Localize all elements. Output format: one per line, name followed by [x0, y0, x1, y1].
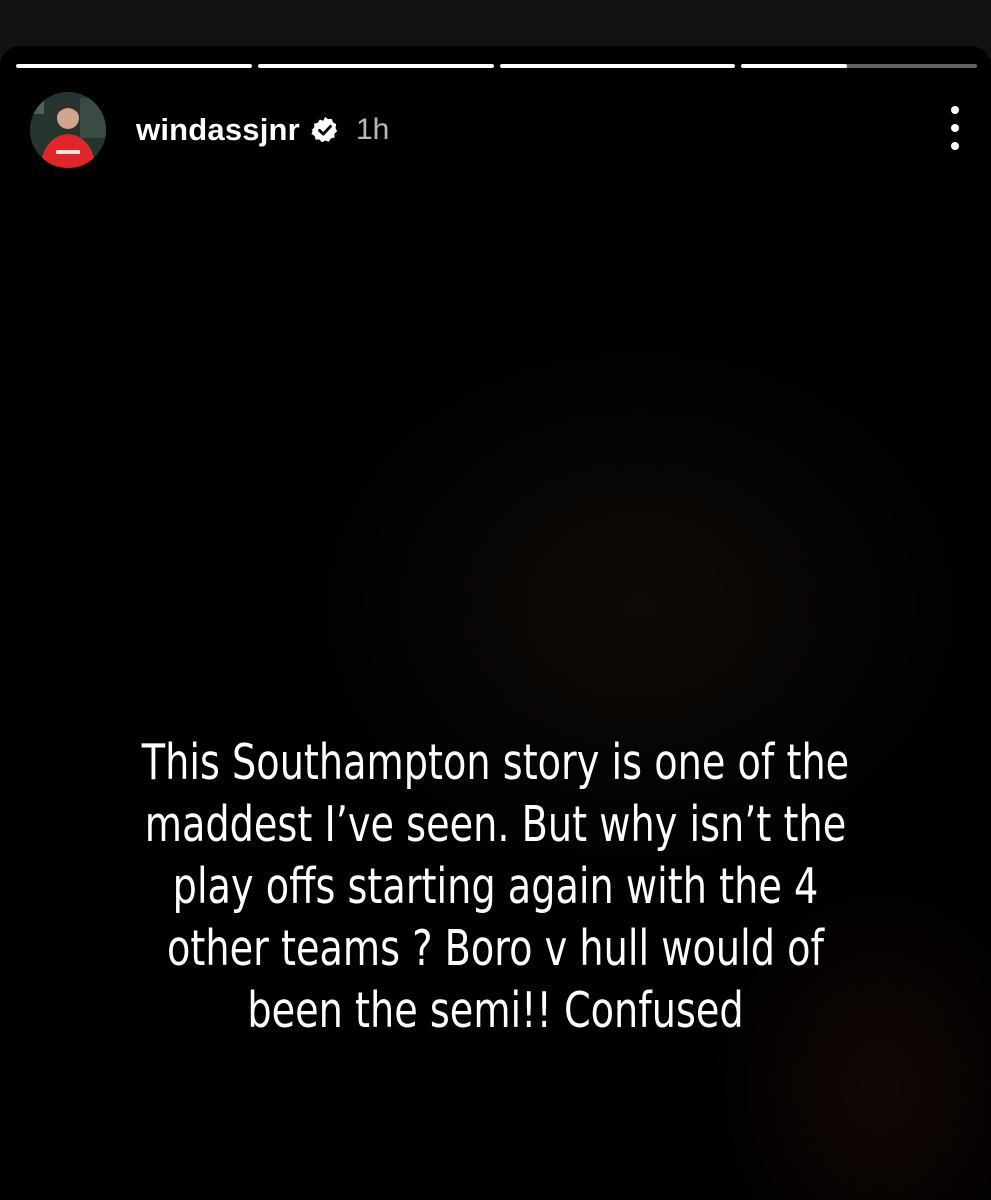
caption-line: maddest I’ve seen. But why isn’t the: [144, 796, 847, 853]
story-progress-bar: [16, 64, 977, 68]
progress-segment-2: [257, 64, 494, 68]
caption-line: This Southampton story is one of the: [141, 734, 850, 791]
story-caption: This Southampton story is one of the mad…: [140, 732, 851, 1042]
story-header: windassjnr 1h: [30, 92, 961, 168]
more-dot: [951, 142, 959, 150]
progress-fill-3: [499, 64, 736, 68]
progress-segment-4: [741, 64, 977, 68]
avatar[interactable]: [30, 92, 106, 168]
verified-badge-icon: [311, 116, 338, 143]
progress-fill-4: [741, 64, 848, 68]
progress-fill-2: [257, 64, 494, 68]
avatar-image: [30, 92, 106, 168]
more-options-icon[interactable]: [945, 106, 965, 150]
progress-fill-1: [16, 64, 252, 68]
caption-line: been the semi!! Confused: [247, 982, 744, 1039]
progress-segment-1: [16, 64, 252, 68]
more-dot: [951, 106, 959, 114]
username[interactable]: windassjnr: [136, 112, 300, 148]
caption-line: play offs starting again with the 4: [172, 858, 819, 915]
story-viewer[interactable]: windassjnr 1h This Southampton story is …: [0, 46, 991, 1200]
post-time: 1h: [355, 113, 390, 146]
more-dot: [951, 124, 959, 132]
caption-line: other teams ? Boro v hull would of: [167, 920, 824, 977]
progress-segment-3: [499, 64, 736, 68]
